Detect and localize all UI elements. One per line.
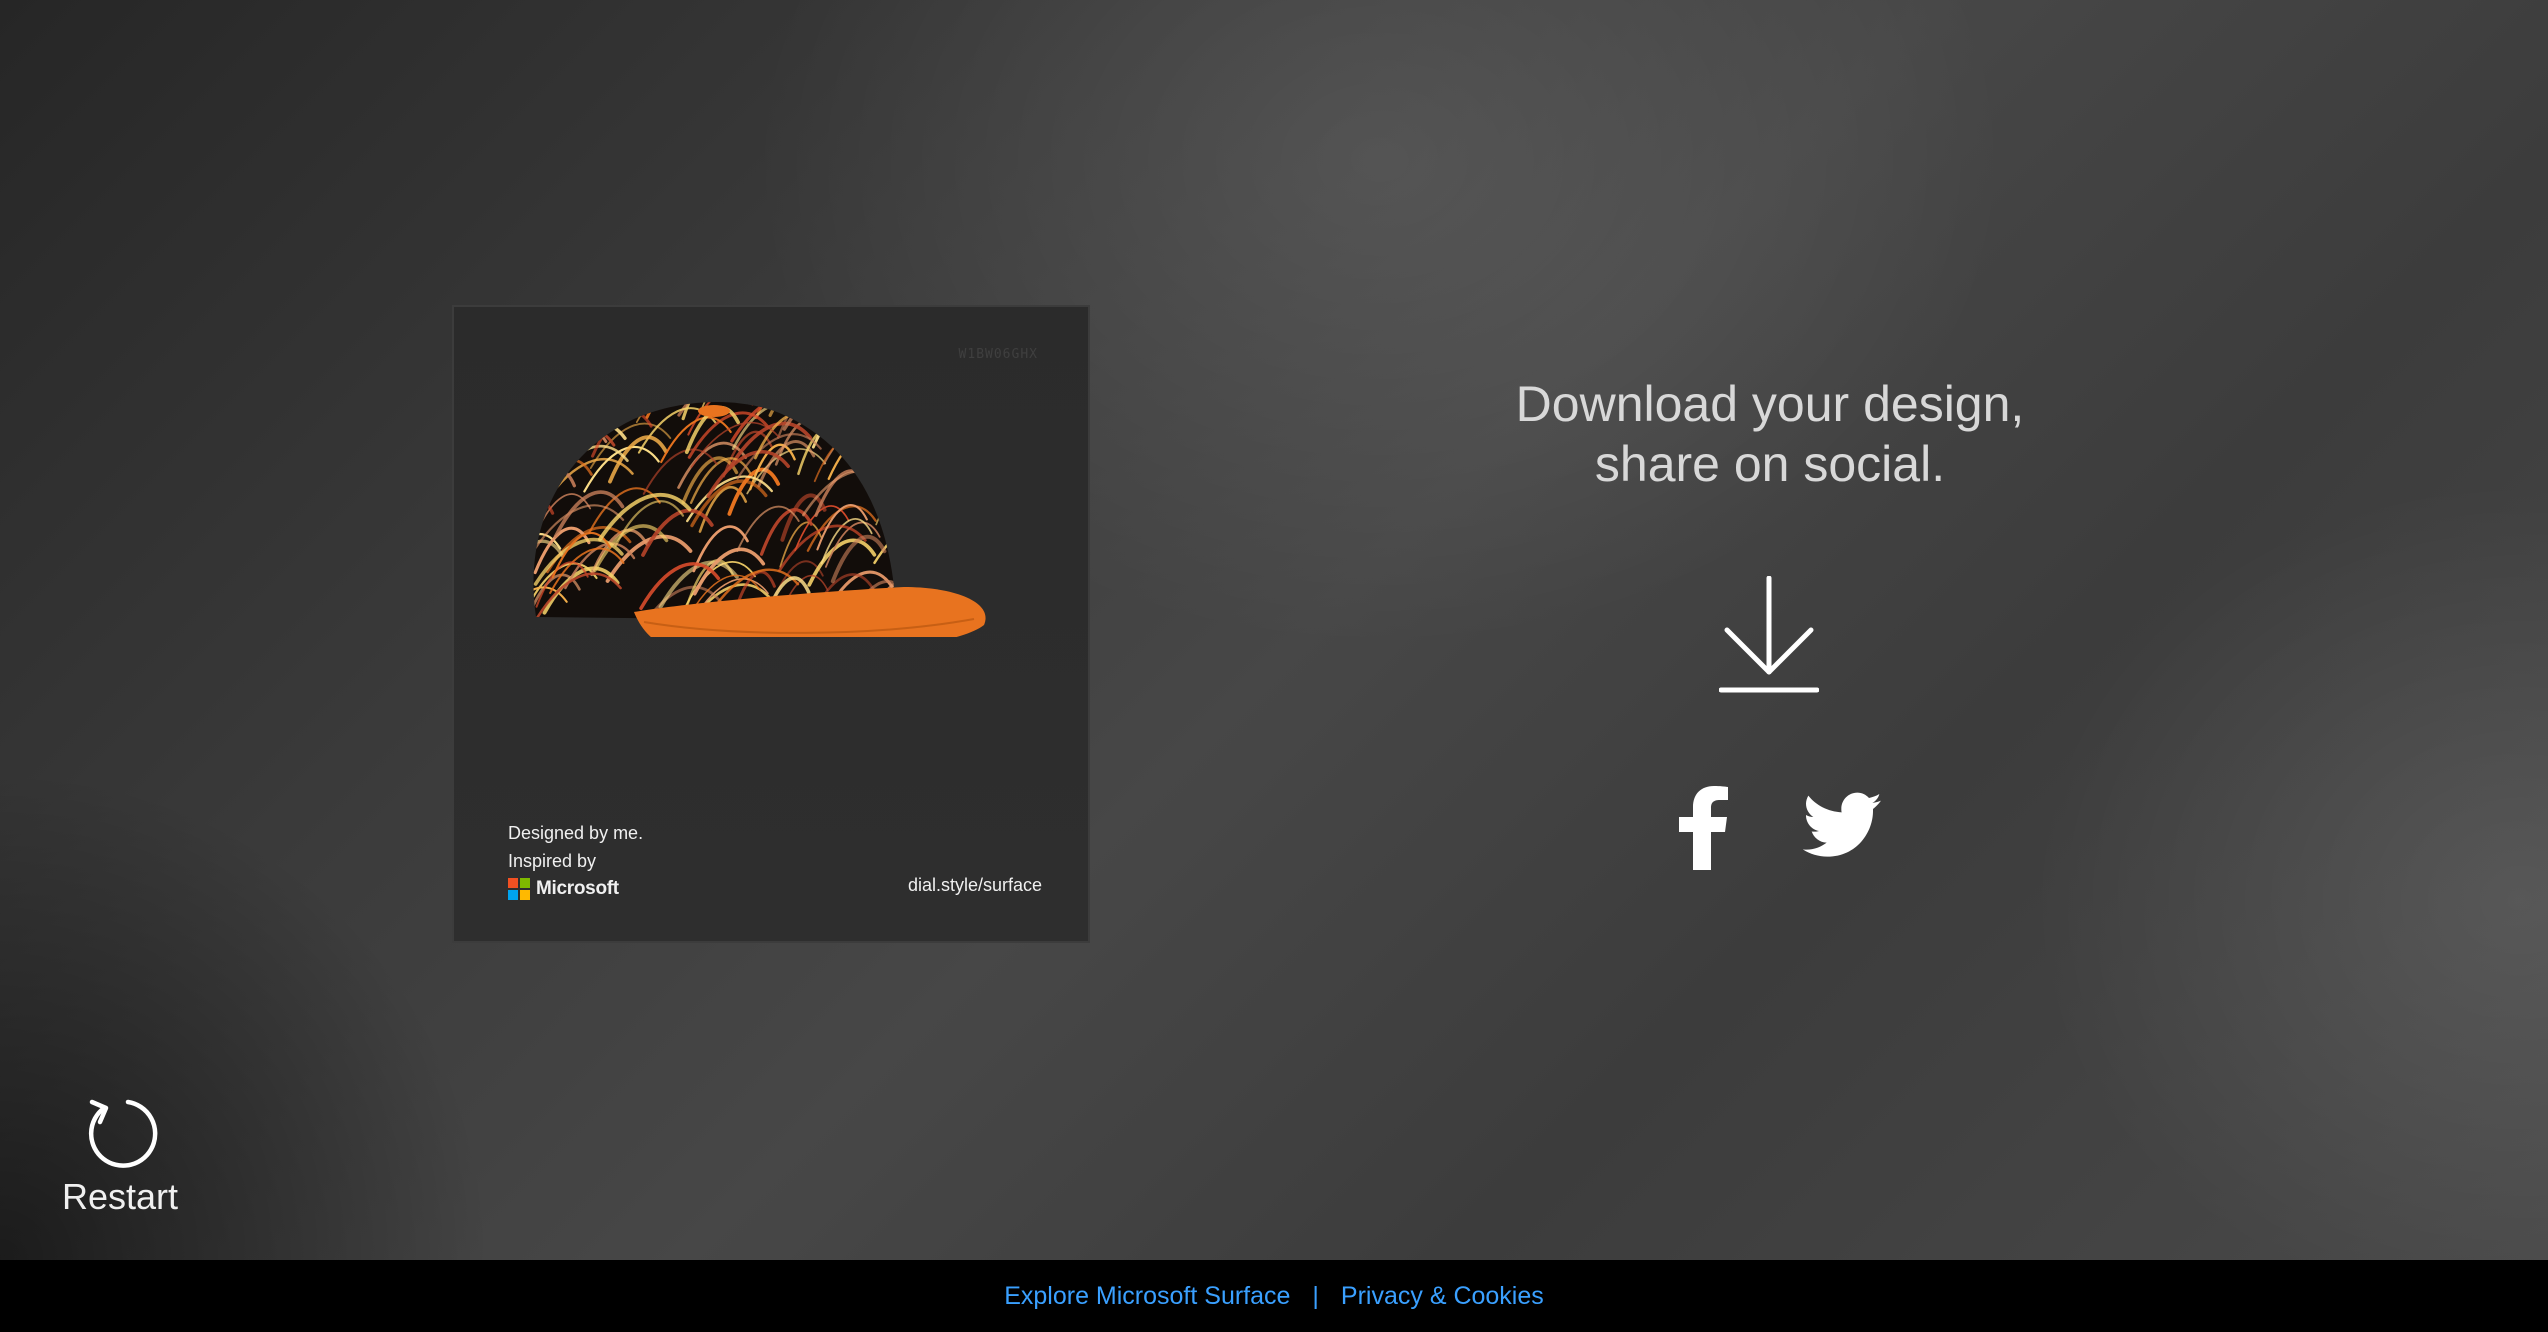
facebook-share-button[interactable]	[1675, 786, 1731, 870]
explore-surface-link[interactable]: Explore Microsoft Surface	[1004, 1282, 1290, 1311]
cap-design-image	[533, 401, 986, 637]
download-button[interactable]	[1718, 575, 1820, 696]
restart-icon	[88, 1099, 158, 1168]
background-vignette	[0, 0, 2548, 1260]
design-url: dial.style/surface	[907, 875, 1042, 895]
design-credit: Designed by me. Inspired by Microsoft	[508, 819, 643, 903]
microsoft-logo-icon	[508, 878, 530, 900]
footer-separator: |	[1312, 1281, 1319, 1310]
headline-line-1: Download your design,	[1515, 376, 2025, 432]
design-preview-card: W1BW06GHX Designed by me. Inspired by Mi…	[452, 305, 1090, 943]
inspired-by-text: Inspired by	[508, 851, 597, 871]
twitter-share-button[interactable]	[1802, 790, 1883, 862]
download-icon	[1718, 575, 1820, 693]
microsoft-brand: Microsoft	[508, 875, 643, 903]
design-code: W1BW06GHX	[958, 347, 1038, 362]
restart-button[interactable]: Restart	[52, 1094, 188, 1218]
restart-label: Restart	[61, 1176, 179, 1217]
share-headline: Download your design, share on social.	[1370, 374, 2170, 494]
microsoft-brand-name: Microsoft	[536, 878, 619, 899]
twitter-icon	[1802, 792, 1882, 857]
headline-line-2: share on social.	[1594, 436, 1946, 492]
facebook-icon	[1679, 786, 1728, 870]
footer: Explore Microsoft Surface | Privacy & Co…	[0, 1260, 2548, 1332]
privacy-cookies-link[interactable]: Privacy & Cookies	[1341, 1282, 1544, 1311]
designed-by-text: Designed by me.	[508, 823, 644, 843]
